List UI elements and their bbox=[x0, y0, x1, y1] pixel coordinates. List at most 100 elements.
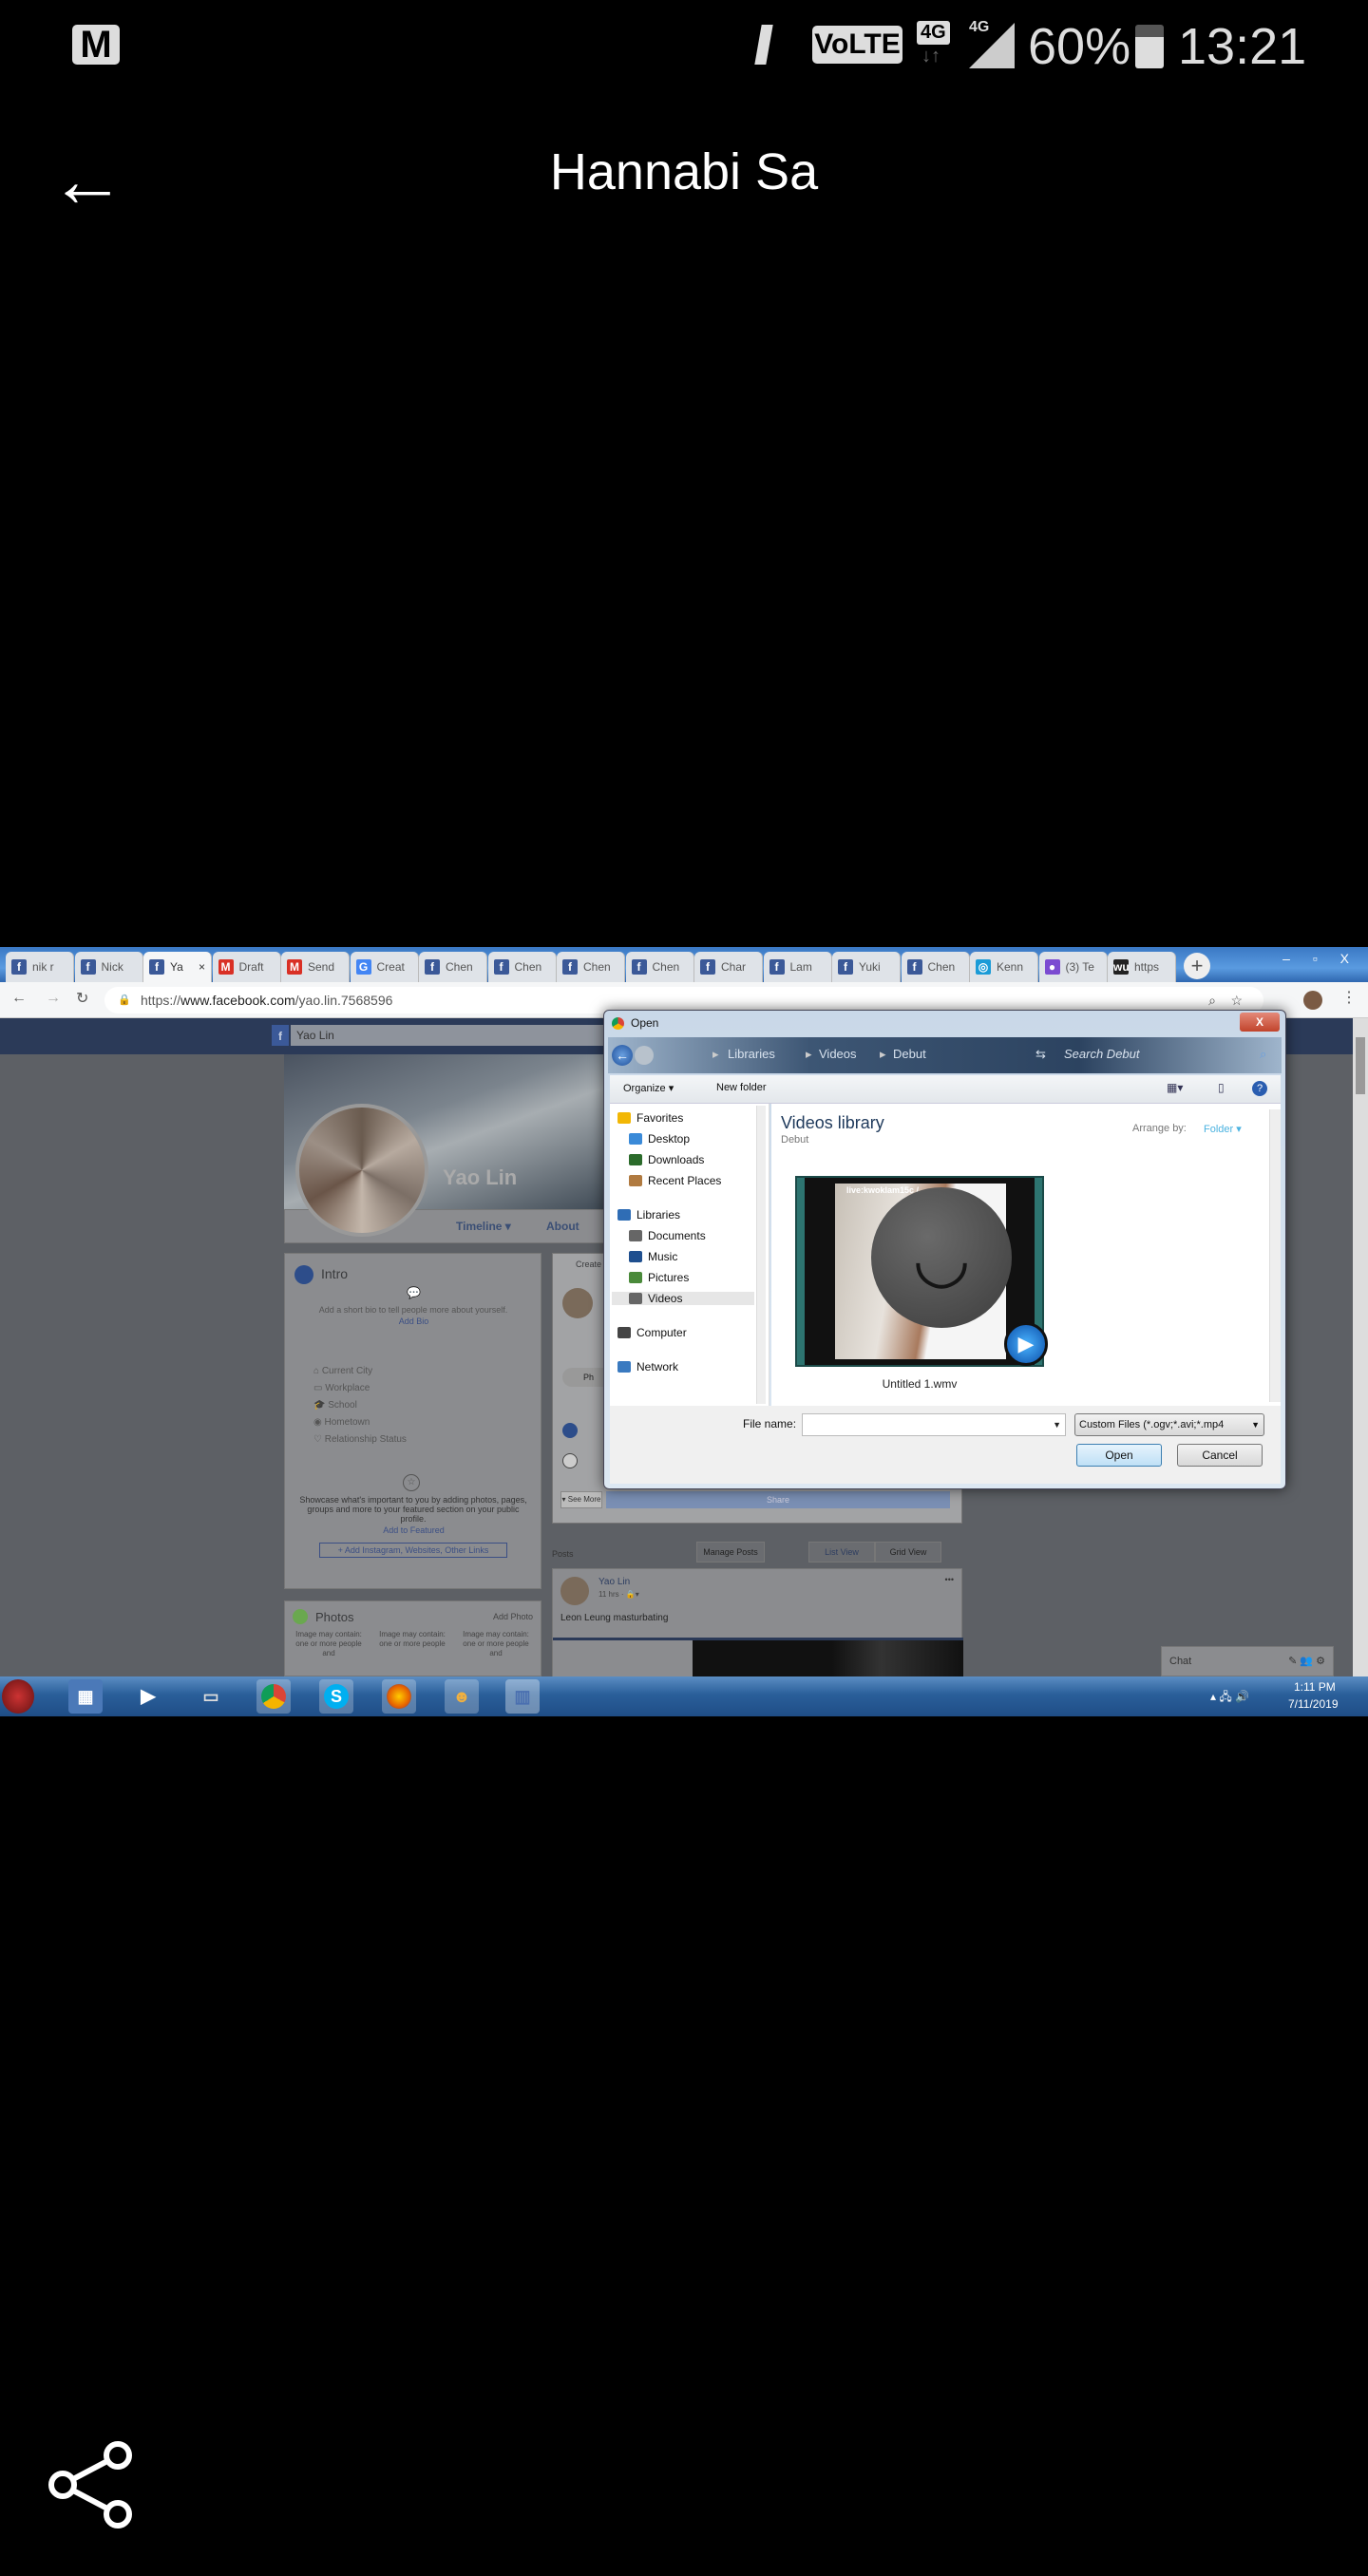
file-name-input[interactable]: ▼ bbox=[802, 1413, 1066, 1436]
page-scrollbar[interactable] bbox=[1353, 1018, 1368, 1676]
nav-item-computer[interactable]: Computer bbox=[618, 1326, 687, 1339]
tray-time[interactable]: 1:11 PM bbox=[1294, 1680, 1336, 1694]
taskbar-display-icon[interactable]: ▭ bbox=[194, 1679, 228, 1714]
nav-item-favorites[interactable]: Favorites bbox=[618, 1111, 683, 1125]
reload-icon[interactable]: ↻ bbox=[76, 989, 88, 1008]
browser-tab[interactable]: f Chen bbox=[557, 952, 625, 982]
browser-tab[interactable]: f Nick bbox=[74, 952, 143, 982]
browser-tab[interactable]: M Draft bbox=[212, 952, 281, 982]
file-list-scrollbar[interactable] bbox=[1269, 1109, 1281, 1402]
grid-view-button[interactable]: Grid View bbox=[875, 1542, 941, 1563]
taskbar-explorer-icon[interactable]: ▦ bbox=[68, 1679, 103, 1714]
open-button[interactable]: Open bbox=[1076, 1444, 1162, 1467]
post-menu-icon[interactable]: ••• bbox=[945, 1575, 954, 1584]
forward-icon[interactable]: → bbox=[46, 990, 61, 1007]
add-photo-link[interactable]: Add Photo bbox=[493, 1612, 533, 1621]
video-thumbnail[interactable]: live:kwoklam15c / ◡ ▶ bbox=[795, 1176, 1048, 1367]
checked-circle-icon[interactable] bbox=[562, 1423, 578, 1438]
post-author[interactable]: Yao Lin bbox=[598, 1577, 630, 1587]
post-media[interactable] bbox=[553, 1638, 963, 1677]
facebook-search-input[interactable]: Yao Lin bbox=[291, 1025, 614, 1046]
nav-item-network[interactable]: Network bbox=[618, 1360, 678, 1373]
start-button[interactable] bbox=[2, 1679, 34, 1714]
taskbar-media-player-icon[interactable]: ▶ bbox=[131, 1679, 165, 1714]
profile-name[interactable]: Yao Lin bbox=[443, 1165, 517, 1190]
photo-alt-2[interactable]: Image may contain: one or more people bbox=[372, 1630, 452, 1649]
browser-tab[interactable]: f Yuki bbox=[832, 952, 901, 982]
nav-item-music[interactable]: Music bbox=[629, 1250, 677, 1263]
post-time[interactable]: 11 hrs · 🔒▾ bbox=[598, 1590, 639, 1599]
breadcrumb-videos[interactable]: Videos bbox=[819, 1047, 857, 1061]
scrollbar-thumb[interactable] bbox=[1356, 1037, 1365, 1094]
unchecked-circle-icon[interactable] bbox=[562, 1453, 578, 1468]
tray-icons[interactable]: ▴ 🖧 🔊 bbox=[1210, 1688, 1249, 1708]
menu-icon[interactable]: ⋮ bbox=[1341, 988, 1357, 1007]
browser-tab[interactable]: f Chen bbox=[625, 952, 694, 982]
back-button[interactable]: ← bbox=[612, 1045, 633, 1066]
nav-item-libraries[interactable]: Libraries bbox=[618, 1208, 680, 1222]
share-button[interactable]: Share bbox=[606, 1491, 950, 1508]
view-options-icon[interactable]: ▦▾ bbox=[1167, 1081, 1183, 1094]
tab-close-icon[interactable]: × bbox=[199, 952, 205, 982]
create-post-title[interactable]: Create bbox=[576, 1260, 601, 1269]
help-icon[interactable]: ? bbox=[1252, 1081, 1267, 1096]
browser-tab[interactable]: M Send bbox=[281, 952, 350, 982]
intro-field[interactable]: ◉ Hometown bbox=[314, 1417, 370, 1428]
post-avatar[interactable] bbox=[560, 1577, 589, 1605]
taskbar-save-app-icon[interactable]: ▥ bbox=[505, 1679, 540, 1714]
play-icon[interactable]: ▶ bbox=[1004, 1322, 1048, 1366]
browser-tab[interactable]: f Chen bbox=[901, 952, 970, 982]
nav-item-videos[interactable]: Videos bbox=[612, 1292, 754, 1305]
browser-tab[interactable]: ● (3) Te bbox=[1038, 952, 1108, 982]
add-bio-link[interactable]: Add Bio bbox=[285, 1316, 542, 1326]
nav-item-documents[interactable]: Documents bbox=[629, 1229, 706, 1242]
preview-pane-icon[interactable]: ▯ bbox=[1218, 1081, 1225, 1094]
file-type-dropdown[interactable]: Custom Files (*.ogv;*.avi;*.mp4 ▼ bbox=[1074, 1413, 1264, 1436]
tab-timeline[interactable]: Timeline ▾ bbox=[456, 1220, 511, 1233]
new-folder-button[interactable]: New folder bbox=[716, 1082, 767, 1093]
browser-tab[interactable]: f Lam bbox=[763, 952, 832, 982]
shared-screenshot-image[interactable]: f nik r f Nick f Ya × M Draft M Send G Creat f Chen f Ch… bbox=[0, 947, 1368, 1716]
nav-item-downloads[interactable]: Downloads bbox=[629, 1153, 704, 1166]
breadcrumb-debut[interactable]: Debut bbox=[893, 1047, 926, 1061]
nav-pane-scrollbar[interactable] bbox=[756, 1106, 766, 1404]
browser-tab[interactable]: G Creat bbox=[350, 952, 419, 982]
arrange-by-dropdown[interactable]: Folder ▾ bbox=[1204, 1123, 1242, 1135]
cancel-button[interactable]: Cancel bbox=[1177, 1444, 1263, 1467]
avatar[interactable] bbox=[1303, 991, 1322, 1010]
browser-tab[interactable]: f Char bbox=[694, 952, 763, 982]
window-controls[interactable]: ‒ ▫ X bbox=[1282, 951, 1358, 966]
intro-field[interactable]: ♡ Relationship Status bbox=[314, 1434, 407, 1445]
photo-alt-3[interactable]: Image may contain: one or more people an… bbox=[456, 1630, 536, 1658]
intro-field[interactable]: ▭ Workplace bbox=[314, 1383, 370, 1393]
browser-tab[interactable]: ◎ Kenn bbox=[970, 952, 1038, 982]
taskbar-skype-icon[interactable]: S bbox=[319, 1679, 353, 1714]
refresh-icon[interactable]: ⇆ bbox=[1036, 1047, 1046, 1062]
search-input[interactable]: Search Debut bbox=[1064, 1047, 1140, 1061]
manage-posts-button[interactable]: Manage Posts bbox=[696, 1542, 765, 1563]
intro-field[interactable]: ⌂ Current City bbox=[314, 1366, 372, 1376]
file-name-label[interactable]: Untitled 1.wmv bbox=[795, 1377, 1044, 1391]
profile-picture[interactable] bbox=[295, 1104, 428, 1237]
chevron-down-icon[interactable]: ▼ bbox=[1053, 1414, 1061, 1435]
tray-date[interactable]: 7/11/2019 bbox=[1288, 1697, 1339, 1711]
back-icon[interactable]: ← bbox=[11, 990, 27, 1007]
browser-tab[interactable]: f nik r bbox=[6, 952, 74, 982]
share-icon[interactable] bbox=[46, 2440, 137, 2529]
taskbar-chrome-icon[interactable] bbox=[256, 1679, 291, 1714]
browser-tab[interactable]: f Chen bbox=[419, 952, 487, 982]
add-links-button[interactable]: + Add Instagram, Websites, Other Links bbox=[319, 1543, 507, 1558]
facebook-logo-icon[interactable]: f bbox=[272, 1025, 289, 1046]
nav-item-pictures[interactable]: Pictures bbox=[629, 1271, 689, 1284]
list-view-button[interactable]: List View bbox=[808, 1542, 875, 1563]
chat-bar[interactable]: Chat ✎ 👥 ⚙ bbox=[1161, 1646, 1334, 1676]
nav-item-recent-places[interactable]: Recent Places bbox=[629, 1174, 721, 1187]
new-tab-button[interactable]: + bbox=[1184, 953, 1210, 979]
photo-alt-1[interactable]: Image may contain: one or more people an… bbox=[289, 1630, 369, 1658]
browser-tab[interactable]: f Chen bbox=[487, 952, 557, 982]
browser-tab[interactable]: wu https bbox=[1108, 952, 1176, 982]
close-button[interactable]: X bbox=[1240, 1013, 1280, 1032]
chat-options-icons[interactable]: ✎ 👥 ⚙ bbox=[1288, 1647, 1325, 1676]
nav-item-desktop[interactable]: Desktop bbox=[629, 1132, 690, 1146]
taskbar-firefox-icon[interactable] bbox=[382, 1679, 416, 1714]
